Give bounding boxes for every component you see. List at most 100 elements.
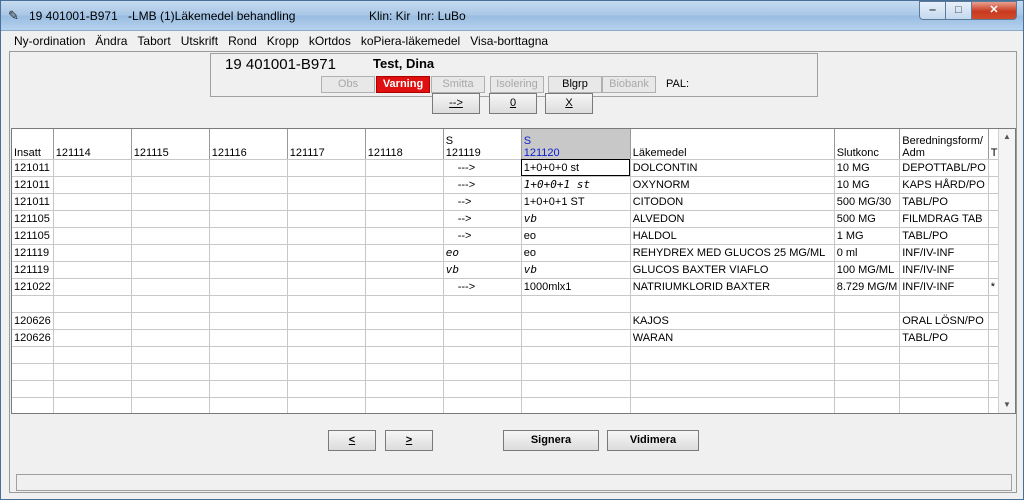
cell-beredning[interactable]: INF/IV-INF	[899, 261, 989, 279]
cell-day[interactable]	[131, 227, 210, 245]
col-121120[interactable]: S 121120	[521, 129, 631, 160]
cell-121120[interactable]: 1+0+0+0 st	[521, 159, 631, 177]
cell-day[interactable]	[287, 210, 366, 228]
menu-kortdos[interactable]: kOrtdos	[304, 32, 356, 50]
cell-121119[interactable]: --->	[443, 176, 522, 194]
cell-121120[interactable]	[521, 329, 631, 347]
cell-day[interactable]	[365, 227, 444, 245]
cell-day[interactable]	[131, 193, 210, 211]
cell-day[interactable]	[53, 278, 132, 296]
maximize-button[interactable]: □	[946, 1, 972, 20]
cell-day[interactable]	[53, 261, 132, 279]
table-row[interactable]: 121119 eo eo REHYDREX MED GLUCOS 25 MG/M…	[12, 244, 1015, 262]
menu-kopiera-lakemedel[interactable]: koPiera-läkemedel	[356, 32, 465, 50]
flag-smitta[interactable]: Smitta	[431, 76, 485, 93]
cell-lakemedel[interactable]	[630, 295, 835, 313]
cell-121120[interactable]	[521, 295, 631, 313]
cell-day[interactable]	[365, 312, 444, 330]
col-121117[interactable]: 121117	[287, 129, 366, 160]
table-row[interactable]: 121105 --> eo HALDOL 1 MG TABL/PO	[12, 227, 1015, 245]
col-121116[interactable]: 121116	[209, 129, 288, 160]
menu-utskrift[interactable]: Utskrift	[176, 32, 223, 50]
cell-beredning[interactable]: TABL/PO	[899, 227, 989, 245]
cell-day[interactable]	[209, 312, 288, 330]
cell-121120[interactable]: 1000mlx1	[521, 278, 631, 296]
cell-insatt[interactable]: 121105	[12, 210, 54, 228]
cell-slutkonc[interactable]	[834, 329, 901, 347]
cell-day[interactable]	[365, 176, 444, 194]
cell-slutkonc[interactable]: 10 MG	[834, 176, 901, 194]
cell-day[interactable]	[53, 210, 132, 228]
cell-day[interactable]	[131, 210, 210, 228]
cell-beredning[interactable]: INF/IV-INF	[899, 278, 989, 296]
table-row[interactable]: 121022 ---> 1000mlx1 NATRIUMKLORID BAXTE…	[12, 278, 1015, 296]
menu-ny-ordination[interactable]: Ny-ordination	[9, 32, 90, 50]
cell-day[interactable]	[287, 193, 366, 211]
cell-lakemedel[interactable]: OXYNORM	[630, 176, 835, 194]
cell-slutkonc[interactable]: 0 ml	[834, 244, 901, 262]
table-row[interactable]: 121011 --> 1+0+0+1 ST CITODON 500 MG/30 …	[12, 193, 1015, 211]
cell-insatt[interactable]: 121119	[12, 261, 54, 279]
menu-visa-borttagna[interactable]: Visa-borttagna	[465, 32, 553, 50]
cell-day[interactable]	[365, 193, 444, 211]
cell-day[interactable]	[287, 227, 366, 245]
menu-rond[interactable]: Rond	[223, 32, 262, 50]
col-insatt[interactable]: Insatt	[12, 129, 54, 160]
cell-empty[interactable]	[12, 380, 54, 398]
cell-beredning[interactable]: DEPOTTABL/PO	[899, 159, 989, 177]
cell-insatt[interactable]: 121011	[12, 176, 54, 194]
cell-day[interactable]	[287, 312, 366, 330]
cell-beredning[interactable]	[899, 295, 989, 313]
table-row[interactable]	[12, 363, 1015, 381]
cell-beredning[interactable]: FILMDRAG TAB	[899, 210, 989, 228]
menu-andra[interactable]: Ändra	[90, 32, 132, 50]
vidimera-button[interactable]: Vidimera	[607, 430, 699, 451]
table-row[interactable]	[12, 397, 1015, 413]
cell-day[interactable]	[209, 244, 288, 262]
flag-blgrp[interactable]: Blgrp	[548, 76, 602, 93]
cell-day[interactable]	[131, 329, 210, 347]
col-beredning[interactable]: Beredningsform/Adm	[899, 129, 989, 160]
flag-biobank[interactable]: Biobank	[602, 76, 656, 93]
zero-button[interactable]: 0	[489, 93, 537, 114]
cell-121119[interactable]: --->	[443, 278, 522, 296]
cell-slutkonc[interactable]: 10 MG	[834, 159, 901, 177]
title-bar[interactable]: ✎ 19 401001-B971 -LMB (1)Läkemedel behan…	[1, 1, 1023, 31]
cell-lakemedel[interactable]: CITODON	[630, 193, 835, 211]
cell-121119[interactable]	[443, 295, 522, 313]
cell-day[interactable]	[53, 193, 132, 211]
cell-insatt[interactable]: 120626	[12, 312, 54, 330]
cell-day[interactable]	[53, 244, 132, 262]
cell-day[interactable]	[131, 176, 210, 194]
cell-day[interactable]	[365, 278, 444, 296]
table-row[interactable]	[12, 346, 1015, 364]
cell-day[interactable]	[131, 159, 210, 177]
cell-day[interactable]	[131, 312, 210, 330]
menu-tabort[interactable]: Tabort	[132, 32, 175, 50]
cell-lakemedel[interactable]: KAJOS	[630, 312, 835, 330]
cell-121120[interactable]: eo	[521, 227, 631, 245]
forward-arrow-button[interactable]: -->	[432, 93, 480, 114]
cell-day[interactable]	[287, 278, 366, 296]
cell-121119[interactable]: --->	[443, 159, 522, 177]
cell-day[interactable]	[131, 261, 210, 279]
cell-empty[interactable]	[12, 397, 54, 413]
table-row[interactable]: 120626 WARAN TABL/PO	[12, 329, 1015, 347]
cell-day[interactable]	[209, 329, 288, 347]
cell-day[interactable]	[209, 210, 288, 228]
cell-121119[interactable]: -->	[443, 210, 522, 228]
cell-insatt[interactable]: 121105	[12, 227, 54, 245]
cell-day[interactable]	[209, 295, 288, 313]
cell-beredning[interactable]: KAPS HÅRD/PO	[899, 176, 989, 194]
clear-x-button[interactable]: X	[545, 93, 593, 114]
cell-slutkonc[interactable]	[834, 312, 901, 330]
cell-121119[interactable]	[443, 329, 522, 347]
flag-obs[interactable]: Obs	[321, 76, 375, 93]
cell-day[interactable]	[131, 278, 210, 296]
cell-day[interactable]	[53, 159, 132, 177]
next-button[interactable]: >	[385, 430, 433, 451]
table-row[interactable]: 120626 KAJOS ORAL LÖSN/PO	[12, 312, 1015, 330]
cell-121120[interactable]: vb	[521, 261, 631, 279]
cell-121119[interactable]: -->	[443, 227, 522, 245]
cell-lakemedel[interactable]: DOLCONTIN	[630, 159, 835, 177]
